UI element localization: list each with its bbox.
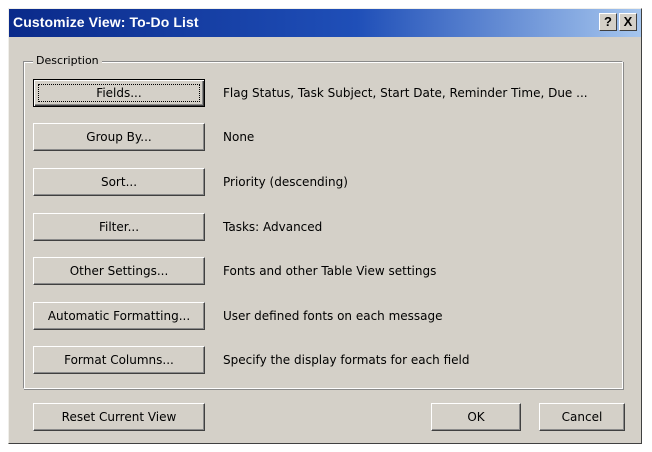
window-title: Customize View: To-Do List (13, 14, 199, 30)
automatic-formatting-button[interactable]: Automatic Formatting... (33, 302, 205, 330)
close-button[interactable]: X (619, 13, 637, 31)
help-icon: ? (604, 14, 612, 29)
other-settings-button-label: Other Settings... (69, 264, 169, 278)
group-by-button-label: Group By... (86, 130, 152, 144)
ok-button-label: OK (467, 410, 485, 424)
automatic-formatting-button-label: Automatic Formatting... (47, 309, 191, 323)
title-bar[interactable]: Customize View: To-Do List ? X (9, 9, 641, 37)
sort-button[interactable]: Sort... (33, 168, 205, 196)
sort-button-label: Sort... (100, 175, 138, 189)
filter-button[interactable]: Filter... (33, 213, 205, 241)
cancel-button[interactable]: Cancel (539, 403, 625, 431)
automatic-formatting-description: User defined fonts on each message (223, 309, 443, 323)
cancel-button-label: Cancel (561, 410, 603, 424)
format-columns-button-label: Format Columns... (64, 353, 174, 367)
format-columns-description: Specify the display formats for each fie… (223, 353, 470, 367)
group-by-description: None (223, 130, 255, 144)
focus-rectangle (38, 84, 200, 102)
help-button[interactable]: ? (599, 13, 617, 31)
customize-view-dialog: Customize View: To-Do List ? X Descripti… (8, 8, 642, 444)
ok-button[interactable]: OK (431, 403, 521, 431)
fields-button[interactable]: Fields... (33, 79, 205, 107)
filter-button-label: Filter... (98, 220, 140, 234)
other-settings-button[interactable]: Other Settings... (33, 257, 205, 285)
reset-current-view-button[interactable]: Reset Current View (33, 403, 205, 431)
other-settings-description: Fonts and other Table View settings (223, 264, 437, 278)
sort-description: Priority (descending) (223, 175, 348, 189)
filter-description: Tasks: Advanced (223, 220, 323, 234)
group-by-button[interactable]: Group By... (33, 123, 205, 151)
description-group-label: Description (33, 54, 102, 67)
format-columns-button[interactable]: Format Columns... (33, 346, 205, 374)
fields-description: Flag Status, Task Subject, Start Date, R… (223, 86, 588, 100)
reset-current-view-label: Reset Current View (61, 410, 177, 424)
close-icon: X (623, 14, 633, 29)
